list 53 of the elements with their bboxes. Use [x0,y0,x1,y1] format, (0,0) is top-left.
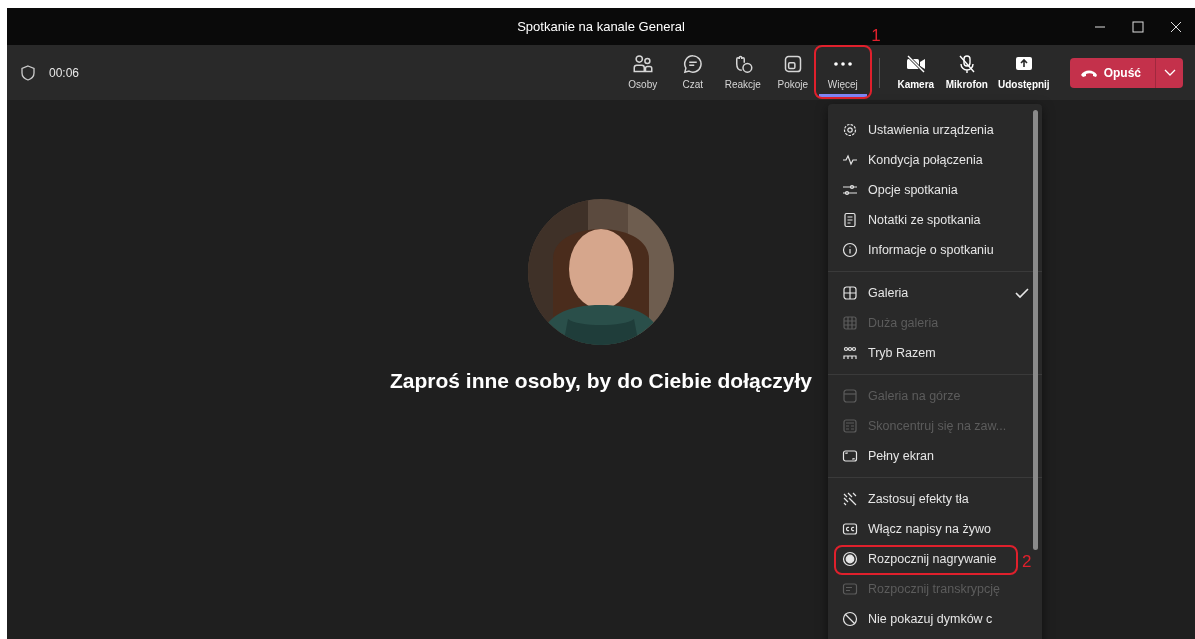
pulse-icon [842,152,858,168]
large-grid-icon [842,315,858,331]
invite-message: Zaproś inne osoby, by do Ciebie dołączyły [390,369,812,393]
gear-icon [842,122,858,138]
more-icon [833,62,852,66]
group-icon [842,345,858,361]
toolbar-button[interactable]: Pokoje [768,48,817,97]
captions-icon [842,521,858,537]
minimize-icon [1094,25,1106,28]
leave-button[interactable]: Opuść [1069,57,1155,88]
menu-item[interactable]: Opcje spotkania [828,175,1042,205]
toolbar-button[interactable]: Czat [668,48,717,97]
window-title: Spotkanie na kanale General [517,19,685,34]
fullscreen-icon [842,448,858,464]
callout-number: 2 [1022,552,1032,572]
menu-item[interactable]: Tryb Razem [828,338,1042,368]
menu-item[interactable]: Nie pokazuj dymków c [828,604,1042,634]
close-icon [1170,20,1182,33]
focus-icon [842,418,858,434]
rooms-icon [782,54,803,74]
menu-item[interactable]: Galeria [828,278,1042,308]
record-icon [842,551,858,567]
menu-item[interactable]: Rozpocznij nagrywanie 2 [828,544,1042,574]
toolbar-button[interactable]: Osoby [618,48,667,97]
menu-item[interactable]: Kondycja połączenia [828,145,1042,175]
maximize-icon [1132,20,1144,33]
menu-item[interactable]: Włącz napisy na żywo [828,514,1042,544]
menu-item[interactable]: Notatki ze spotkania [828,205,1042,235]
no-bubble-icon [842,611,858,627]
transcript-icon [842,581,858,597]
menu-item[interactable]: Informacje o spotkaniu [828,235,1042,265]
call-timer: 00:06 [49,65,80,80]
background-effects-icon [842,491,858,507]
top-gallery-icon [842,388,858,404]
toolbar-button[interactable]: Mikrofon [941,48,992,97]
grid-icon [842,285,858,301]
sliders-icon [842,182,858,198]
menu-item[interactable]: Pełny ekran [828,441,1042,471]
menu-item[interactable]: Ustawienia urządzenia [828,115,1042,145]
toolbar-button[interactable]: Kamera [891,48,940,97]
notes-icon [842,212,858,228]
callout-outline [813,45,872,99]
menu-item[interactable]: Zastosuj efekty tła [828,484,1042,514]
info-icon [842,242,858,258]
callout-number: 1 [871,26,881,46]
camera-off-icon [904,54,927,74]
toolbar-button[interactable]: Udostępnij [994,48,1054,97]
chevron-down-icon [1163,68,1176,77]
shield-icon [21,64,35,81]
people-icon [632,54,653,74]
leave-dropdown-button[interactable] [1155,57,1183,88]
toolbar-button[interactable]: Reakcje [718,48,767,97]
chat-icon [682,54,703,74]
